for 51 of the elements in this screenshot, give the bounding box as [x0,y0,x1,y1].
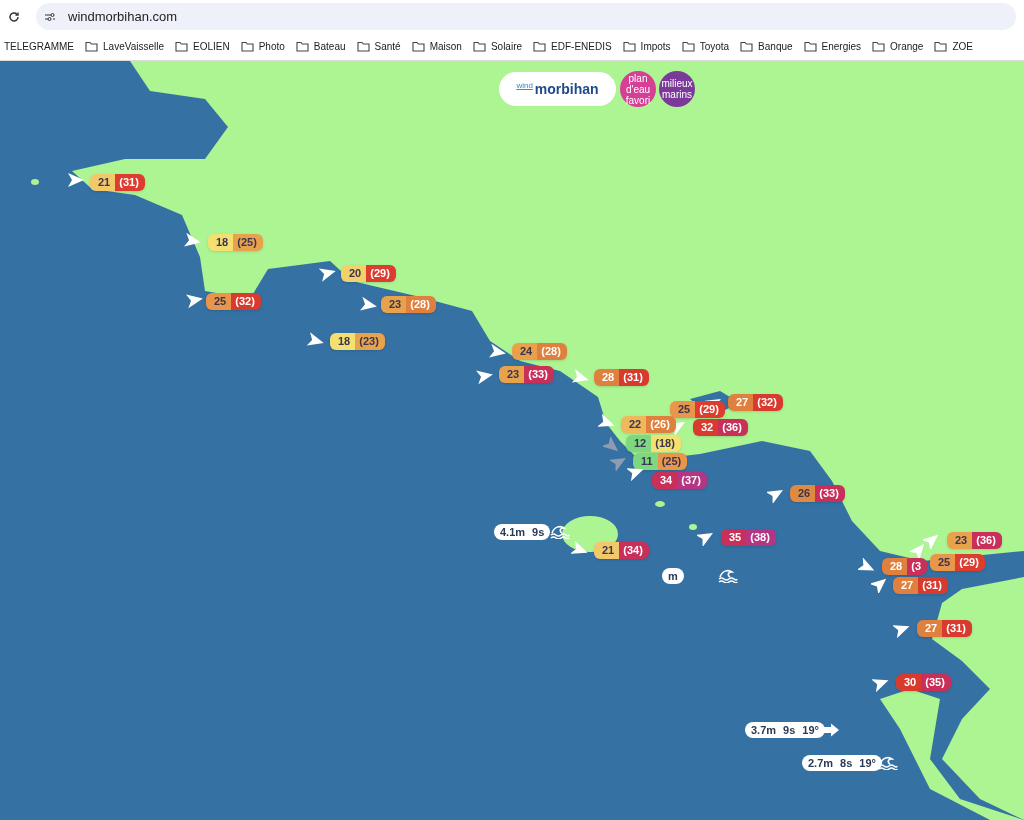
wave-icon [718,569,738,583]
bookmark[interactable]: Banque [740,39,793,54]
swell-reading[interactable]: 3.7m 9s 19° [745,722,825,738]
swell-value: 19° [859,755,876,771]
swell-value: 19° [802,722,819,738]
folder-icon [934,41,948,52]
swell-value: 4.1m [500,524,526,540]
bookmark[interactable]: Bateau [295,39,346,54]
bookmark[interactable]: Solaire [472,39,523,54]
bookmark[interactable]: ZOE [934,39,973,54]
site-settings-icon[interactable] [44,11,56,22]
logo-text: wind [516,80,533,92]
bookmark[interactable]: Energies [803,39,862,54]
folder-icon [295,41,309,52]
address-bar[interactable]: windmorbihan.com [36,3,1016,30]
swell-value: 8s [840,755,853,771]
bookmark[interactable]: Impots [622,39,671,54]
swell-reading[interactable]: 2.7m 8s 19° [802,755,882,771]
folder-icon [681,41,695,52]
folder-icon [872,41,886,52]
url-text: windmorbihan.com [68,7,178,26]
bookmark[interactable]: Photo [240,39,285,54]
bookmark[interactable]: EDF-ENEDIS [533,39,612,54]
wave-icon [878,756,898,770]
folder-icon [472,41,486,52]
wave-icon [550,525,570,539]
folder-icon [803,41,817,52]
swell-value: 3.7m [751,722,777,738]
swell-value: 9s [783,722,796,738]
swell-reading[interactable]: m [662,568,684,584]
folder-icon [622,41,636,52]
bookmark[interactable]: EOLIEN [175,39,230,54]
folder-icon [175,41,188,52]
folder-icon [356,41,370,52]
bookmark[interactable]: Maison [411,39,462,54]
bookmark[interactable]: Santé [356,39,401,54]
folder-icon [240,41,254,52]
folder-icon [411,41,425,52]
bookmark[interactable]: Orange [872,39,924,54]
bookmark[interactable]: TELEGRAMME [4,39,74,54]
swell-value: 2.7m [808,755,834,771]
swell-value: 9s [532,524,545,540]
folder-icon [85,41,98,52]
bookmark[interactable]: Toyota [681,39,730,54]
logo-text: morbihan [534,79,599,99]
reload-icon[interactable] [8,10,20,23]
bookmark[interactable]: LaveVaisselle [85,39,164,54]
folder-icon [533,41,547,52]
folder-icon [740,41,754,52]
swell-reading[interactable]: 4.1m 9s [494,524,551,540]
swell-value: m [668,568,678,584]
